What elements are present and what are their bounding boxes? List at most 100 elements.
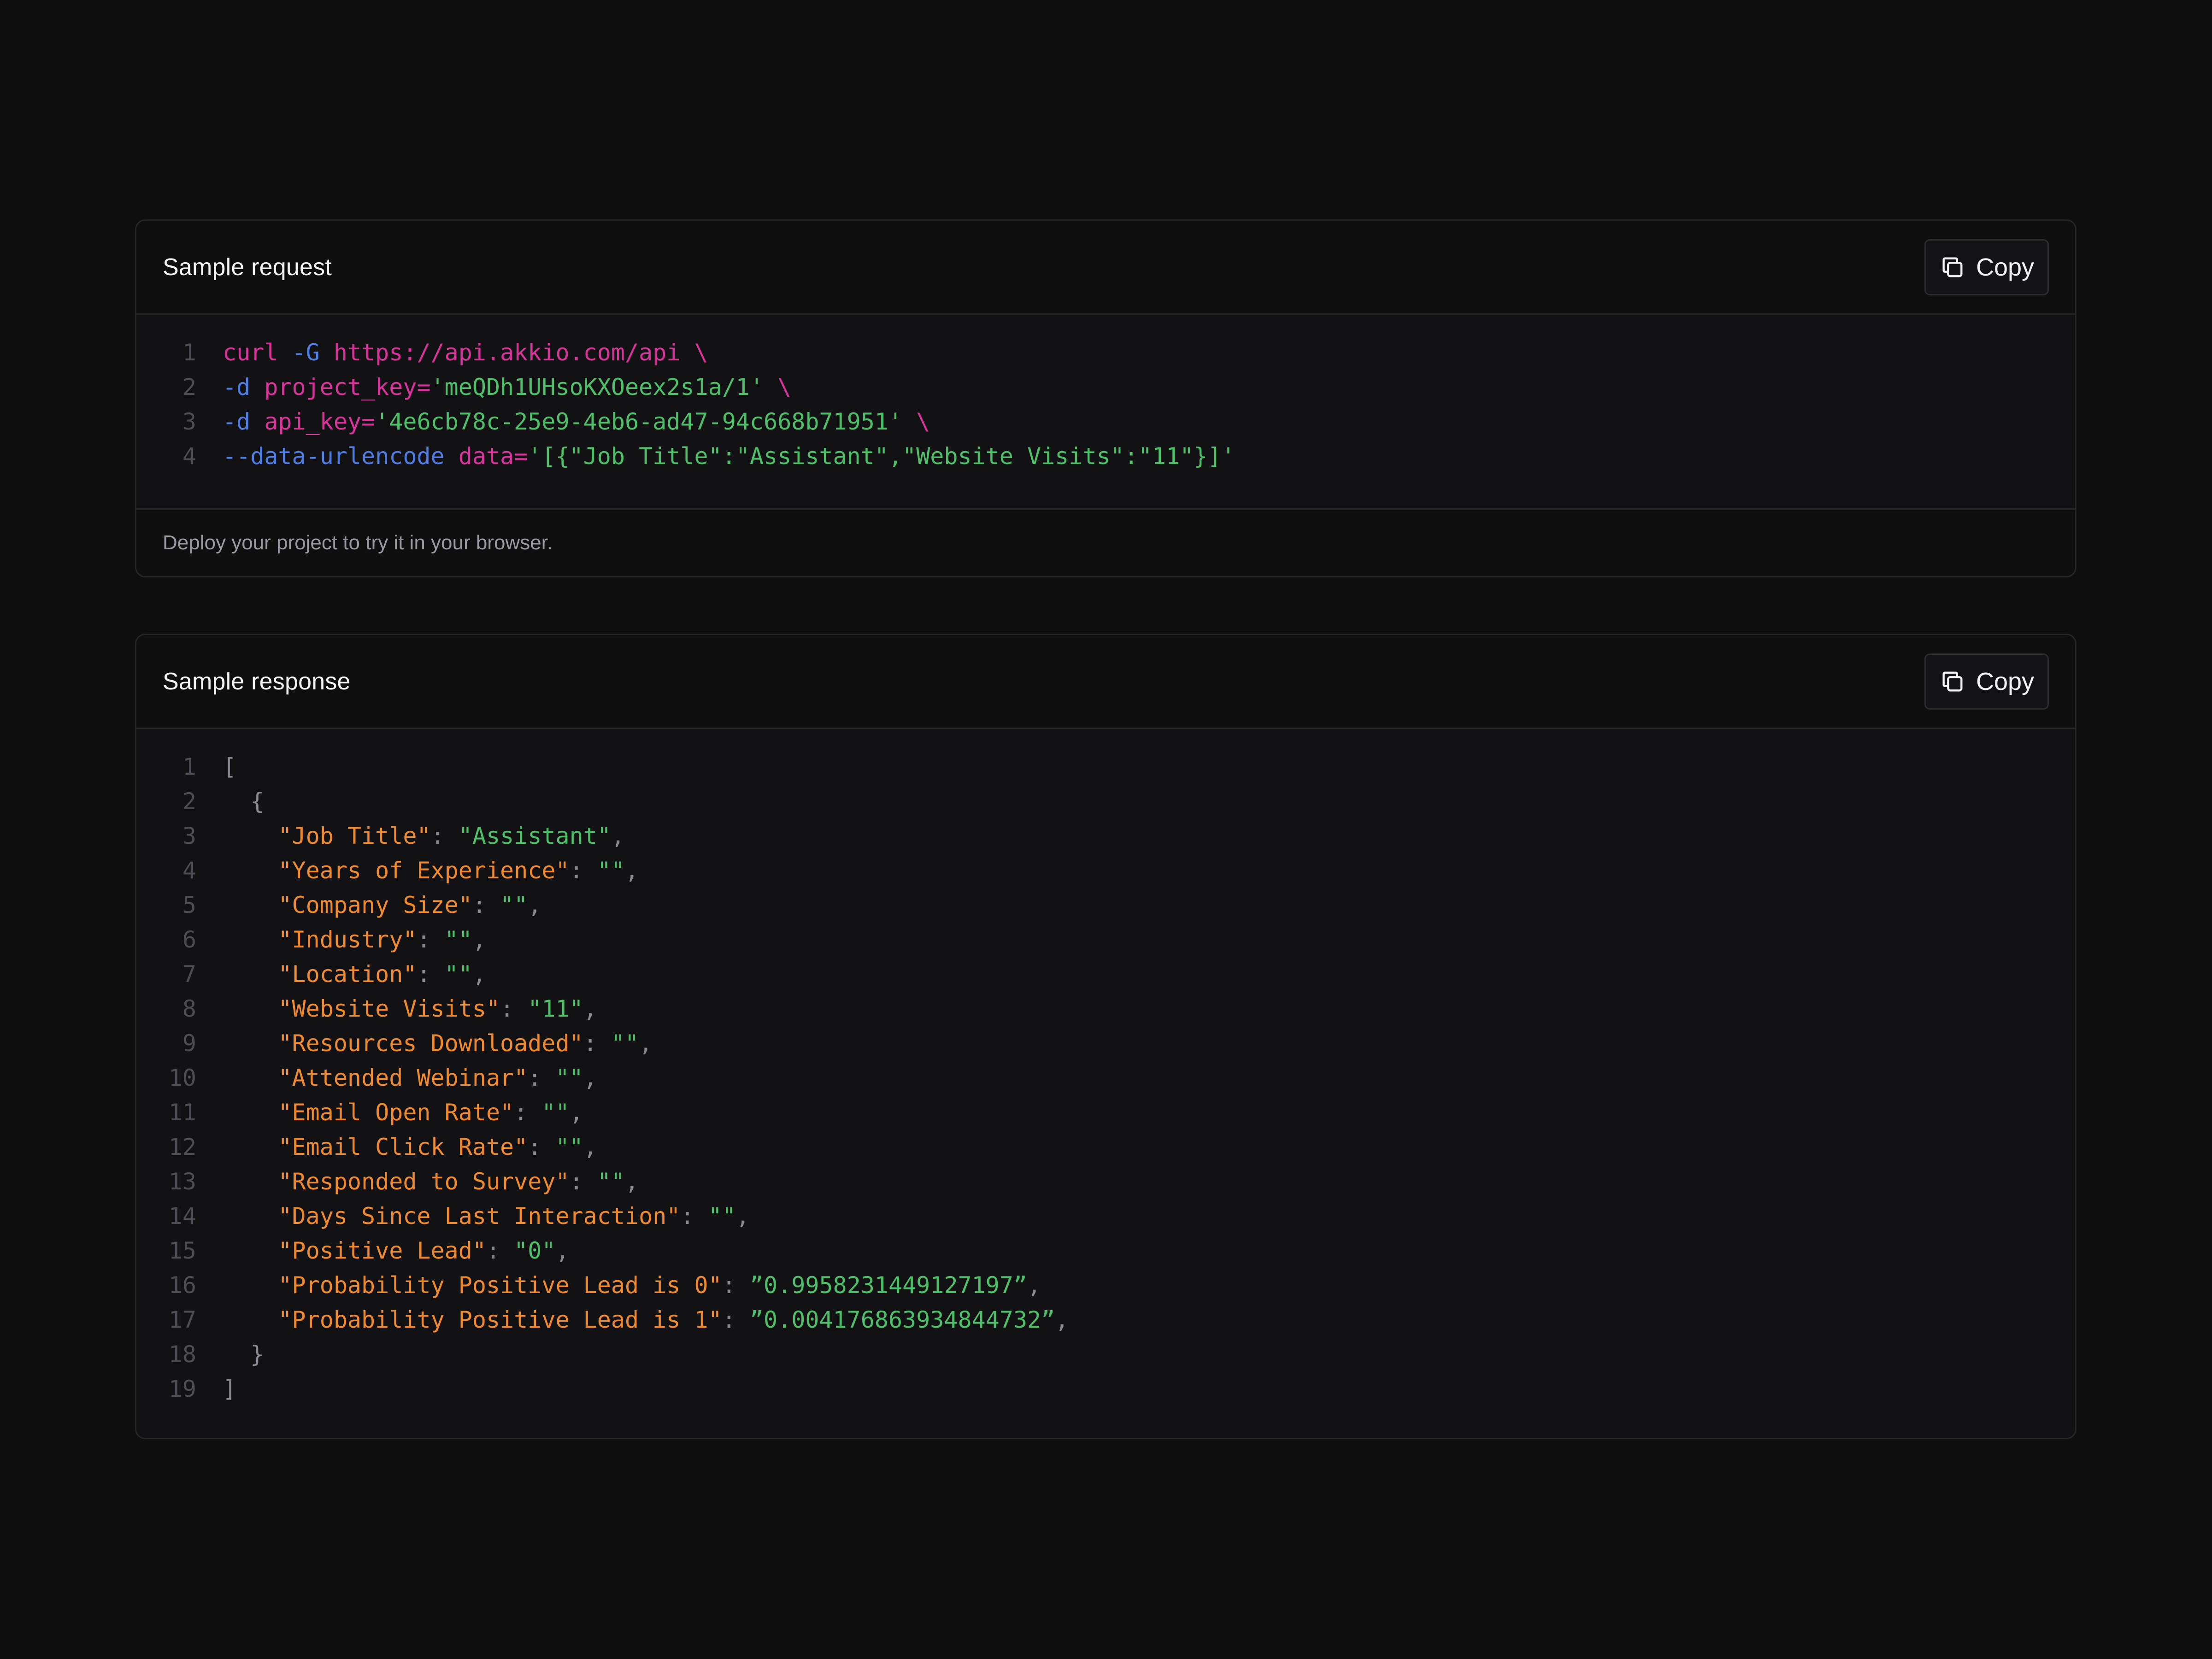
code-token: 'meQDh1UHsoKXOeex2s1a/1' <box>430 374 764 400</box>
code-token: ”0.9958231449127197” <box>749 1272 1027 1299</box>
code-token: "" <box>708 1203 736 1230</box>
code-text: "Years of Experience": "", <box>196 853 639 888</box>
code-token: : <box>500 995 528 1022</box>
code-token: , <box>583 995 597 1022</box>
code-text: "Company Size": "", <box>196 888 541 923</box>
code-text: "Probability Positive Lead is 0": ”0.995… <box>196 1268 1041 1303</box>
code-text: "Days Since Last Interaction": "", <box>196 1199 750 1234</box>
line-number: 1 <box>182 753 196 780</box>
code-token: data= <box>458 443 528 470</box>
code-token: : <box>430 823 459 849</box>
code-line: 11 "Email Open Rate": "", <box>136 1095 2075 1130</box>
code-token: : <box>722 1272 750 1299</box>
code-line: 18 } <box>136 1337 2075 1372</box>
code-token: , <box>583 1134 597 1160</box>
code-token: "Email Click Rate" <box>223 1134 528 1160</box>
copy-request-button[interactable]: Copy <box>1924 239 2049 295</box>
code-token: , <box>625 857 639 884</box>
copy-request-label: Copy <box>1976 253 2035 281</box>
code-token: "Assistant" <box>458 823 611 849</box>
line-number: 4 <box>182 443 196 470</box>
sample-response-header: Sample response Copy <box>136 635 2075 729</box>
sample-request-footer: Deploy your project to try it in your br… <box>136 508 2075 576</box>
code-text: "Probability Positive Lead is 1": ”0.004… <box>196 1303 1069 1337</box>
line-number: 3 <box>182 408 196 435</box>
code-line: 4 --data-urlencode data='[{"Job Title":"A… <box>136 439 2075 474</box>
code-text: "Positive Lead": "0", <box>196 1234 569 1268</box>
code-line: 2 { <box>136 784 2075 819</box>
code-token: "Industry" <box>223 926 417 953</box>
line-number: 14 <box>168 1203 196 1230</box>
code-token: "Job Title" <box>223 823 431 849</box>
line-number: 9 <box>182 1030 196 1057</box>
sample-request-title: Sample request <box>163 253 332 281</box>
code-line: 1[ <box>136 750 2075 784</box>
code-token: "Email Open Rate" <box>223 1099 514 1126</box>
line-number: 6 <box>182 926 196 953</box>
line-number: 8 <box>182 995 196 1022</box>
code-token: -d <box>223 374 265 400</box>
code-line: 6 "Industry": "", <box>136 923 2075 957</box>
code-line: 15 "Positive Lead": "0", <box>136 1234 2075 1268</box>
code-token: api_key= <box>264 408 376 435</box>
code-text: --data-urlencode data='[{"Job Title":"As… <box>196 439 1235 474</box>
code-token: ”0.004176863934844732” <box>749 1306 1055 1333</box>
code-token: "" <box>555 1065 583 1091</box>
code-token: project_key= <box>264 374 431 400</box>
code-token: "Location" <box>223 961 417 988</box>
code-line: 7 "Location": "", <box>136 957 2075 992</box>
line-number: 1 <box>182 339 196 366</box>
code-token: "Attended Webinar" <box>223 1065 528 1091</box>
code-token: https://api.akkio.com/api \ <box>333 339 708 366</box>
code-line: 3 -d api_key='4e6cb78c-25e9-4eb6-ad47-94c… <box>136 405 2075 439</box>
code-token: "" <box>597 857 625 884</box>
code-token: : <box>722 1306 750 1333</box>
code-text: "Attended Webinar": "", <box>196 1061 597 1095</box>
code-text: { <box>196 784 264 819</box>
code-token: , <box>569 1099 583 1126</box>
code-token: "" <box>444 926 472 953</box>
code-text: } <box>196 1337 264 1372</box>
code-token: : <box>472 892 500 918</box>
code-token: , <box>639 1030 653 1057</box>
response-code-block: 1[2 {3 "Job Title": "Assistant", 4 "Years… <box>136 729 2075 1406</box>
code-token: "Days Since Last Interaction" <box>223 1203 681 1230</box>
copy-response-button[interactable]: Copy <box>1924 653 2049 710</box>
code-token: "Years of Experience" <box>223 857 570 884</box>
line-number: 13 <box>168 1168 196 1195</box>
code-token: \ <box>902 408 930 435</box>
code-token: , <box>1055 1306 1069 1333</box>
line-number: 5 <box>182 892 196 918</box>
code-token: "0" <box>514 1237 556 1264</box>
code-token: , <box>1027 1272 1041 1299</box>
code-token: "Responded to Survey" <box>223 1168 570 1195</box>
code-token: { <box>223 788 265 815</box>
code-token: : <box>486 1237 514 1264</box>
code-line: 10 "Attended Webinar": "", <box>136 1061 2075 1095</box>
code-text: [ <box>196 750 236 784</box>
copy-response-label: Copy <box>1976 667 2035 695</box>
line-number: 19 <box>168 1376 196 1402</box>
line-number: 4 <box>182 857 196 884</box>
line-number: 12 <box>168 1134 196 1160</box>
code-line: 3 "Job Title": "Assistant", <box>136 819 2075 853</box>
line-number: 18 <box>168 1341 196 1368</box>
code-token: "" <box>597 1168 625 1195</box>
code-line: 19] <box>136 1372 2075 1406</box>
code-token: "" <box>444 961 472 988</box>
code-text: "Email Click Rate": "", <box>196 1130 597 1165</box>
code-token: "" <box>500 892 528 918</box>
line-number: 2 <box>182 374 196 400</box>
code-text: curl -G https://api.akkio.com/api \ <box>196 335 708 370</box>
code-text: "Industry": "", <box>196 923 486 957</box>
code-line: 1 curl -G https://api.akkio.com/api \ <box>136 335 2075 370</box>
code-token: "Resources Downloaded" <box>223 1030 583 1057</box>
code-token: , <box>625 1168 639 1195</box>
sample-response-title: Sample response <box>163 668 351 695</box>
code-text: ] <box>196 1372 236 1406</box>
code-token: , <box>735 1203 750 1230</box>
code-line: 13 "Responded to Survey": "", <box>136 1165 2075 1199</box>
code-token: ] <box>223 1376 237 1402</box>
code-token: -G <box>292 339 334 366</box>
sample-request-panel: Sample request Copy 1 curl -G https://api… <box>135 219 2077 577</box>
